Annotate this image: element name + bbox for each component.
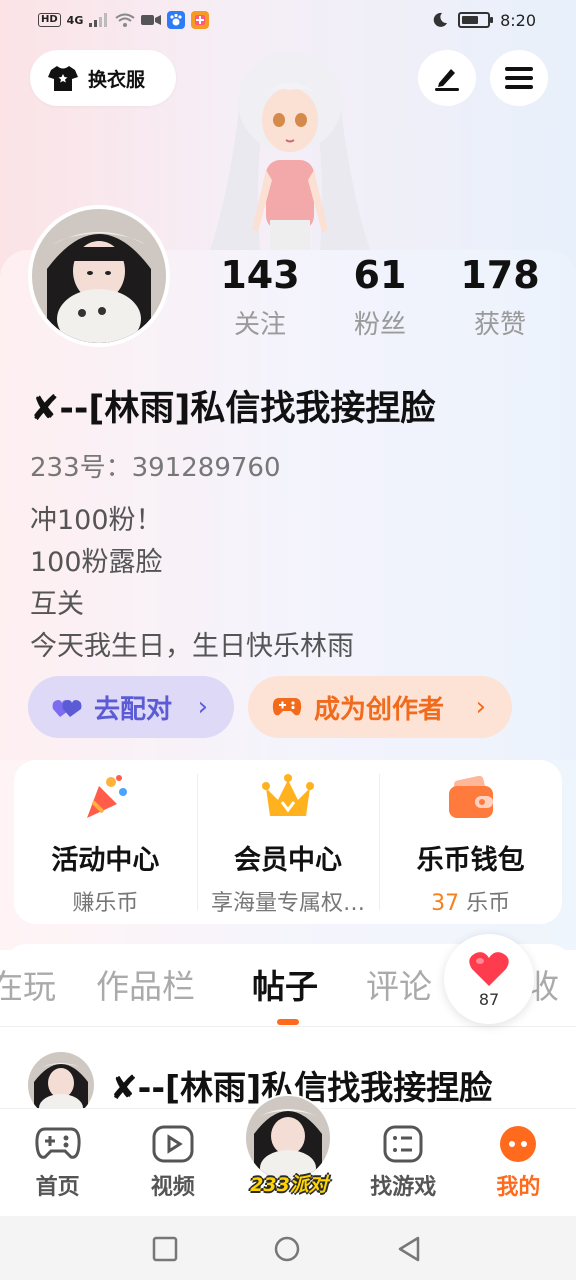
recent-apps-icon[interactable] <box>152 1236 178 1262</box>
gamepad-icon <box>35 1127 81 1159</box>
battery-icon <box>458 12 494 28</box>
match-label: 去配对 <box>94 694 173 725</box>
member-center-sub: 享海量专属权… <box>211 891 366 916</box>
hd-indicator: HD <box>38 13 61 27</box>
double-heart-icon <box>52 700 82 717</box>
likes-count: 178 <box>460 253 540 297</box>
list-icon <box>383 1125 423 1163</box>
tab-indicator <box>277 1019 299 1025</box>
change-outfit-label: 换衣服 <box>88 68 146 91</box>
edit-icon <box>435 69 459 91</box>
coin-wallet-sub: 37 乐币 <box>431 885 510 917</box>
signal-icon <box>89 13 108 27</box>
play-icon <box>152 1125 194 1163</box>
shirt-icon <box>48 66 78 91</box>
profile-nickname: ✘--[林雨]私信找我接捏脸 <box>30 389 436 429</box>
activity-center[interactable]: 活动中心 赚乐币 <box>14 760 197 924</box>
profile-avatar[interactable] <box>28 205 170 347</box>
avatar-photo <box>32 209 166 343</box>
match-button[interactable]: 去配对 › <box>28 676 234 738</box>
crown-icon <box>262 774 314 816</box>
nav-find-games-label: 找游戏 <box>370 1175 437 1200</box>
following-label: 关注 <box>233 310 286 340</box>
profile-bio: 冲100粉！ 100粉露脸 互关 今天我生日，生日快乐林雨 <box>30 500 354 668</box>
menu-icon <box>505 67 533 89</box>
tab-divider <box>0 1026 576 1027</box>
bio-line: 冲100粉！ <box>30 505 163 536</box>
nav-home-label: 首页 <box>35 1175 80 1200</box>
clock: 8:20 <box>500 10 536 30</box>
nav-video[interactable]: 视频 <box>115 1109 230 1216</box>
coin-balance: 37 <box>431 891 460 916</box>
nav-mine-label: 我的 <box>496 1175 541 1200</box>
member-center-title: 会员中心 <box>234 845 342 876</box>
coin-unit: 乐币 <box>466 891 511 916</box>
party-avatar[interactable] <box>244 1094 332 1182</box>
coin-wallet[interactable]: 乐币钱包 37 乐币 <box>379 760 562 924</box>
gamepad-icon <box>272 698 302 716</box>
wallet-icon <box>448 775 493 818</box>
tab-posts[interactable]: 帖子 <box>252 960 318 1008</box>
coin-wallet-title: 乐币钱包 <box>416 845 525 876</box>
app-icon <box>191 11 210 29</box>
bio-line: 互关 <box>30 589 84 620</box>
nav-find-games[interactable]: 找游戏 <box>346 1109 461 1216</box>
profile-face-icon <box>500 1126 537 1162</box>
tab-playing[interactable]: 在玩 <box>0 960 56 1008</box>
chevron-right-icon: › <box>475 692 486 722</box>
nav-home[interactable]: 首页 <box>0 1109 115 1216</box>
video-icon <box>141 15 162 25</box>
member-center[interactable]: 会员中心 享海量专属权… <box>196 760 380 924</box>
like-button[interactable]: 87 <box>444 934 534 1024</box>
avatar-photo <box>246 1096 330 1180</box>
activity-center-sub: 赚乐币 <box>72 891 139 916</box>
profile-stats: 143 关注 61 粉丝 178 获赞 <box>200 252 560 341</box>
menu-button[interactable] <box>490 50 548 106</box>
become-creator-button[interactable]: 成为创作者 › <box>248 676 512 738</box>
activity-center-title: 活动中心 <box>51 845 160 876</box>
stat-likes[interactable]: 178 获赞 <box>440 252 560 341</box>
edit-profile-button[interactable] <box>418 50 476 106</box>
creator-label: 成为创作者 <box>314 694 445 725</box>
party-popper-icon <box>87 775 128 818</box>
bio-line: 今天我生日，生日快乐林雨 <box>30 631 354 662</box>
heart-icon <box>469 951 509 986</box>
fans-label: 粉丝 <box>353 310 406 340</box>
profile-uid: 233号：391289760 <box>30 453 281 483</box>
tab-works[interactable]: 作品栏 <box>96 960 195 1008</box>
back-icon[interactable] <box>396 1236 422 1262</box>
following-count: 143 <box>220 253 300 297</box>
nav-mine[interactable]: 我的 <box>461 1109 576 1216</box>
chevron-right-icon: › <box>197 692 208 722</box>
system-navigation-bar <box>0 1216 576 1280</box>
bio-line: 100粉露脸 <box>30 547 163 578</box>
nav-video-label: 视频 <box>150 1175 195 1200</box>
party-label: 233派对 <box>250 1174 328 1196</box>
paw-icon <box>167 11 186 29</box>
avatar-character[interactable] <box>200 40 380 255</box>
change-outfit-button[interactable]: 换衣服 <box>30 50 176 106</box>
like-count: 87 <box>478 989 500 1009</box>
fans-count: 61 <box>353 253 407 297</box>
services-card: 活动中心 赚乐币 会员中心 享海量专属权… 乐币钱包 37 乐币 <box>14 760 562 924</box>
stat-following[interactable]: 143 关注 <box>200 252 320 341</box>
moon-icon <box>433 12 448 27</box>
network-indicator: 4G <box>66 13 84 27</box>
home-icon[interactable] <box>274 1236 300 1262</box>
likes-label: 获赞 <box>473 310 526 340</box>
status-bar: HD 4G 8:20 <box>0 0 576 40</box>
wifi-icon <box>115 13 135 27</box>
tab-comments[interactable]: 评论 <box>366 960 432 1008</box>
stat-fans[interactable]: 61 粉丝 <box>320 252 440 341</box>
